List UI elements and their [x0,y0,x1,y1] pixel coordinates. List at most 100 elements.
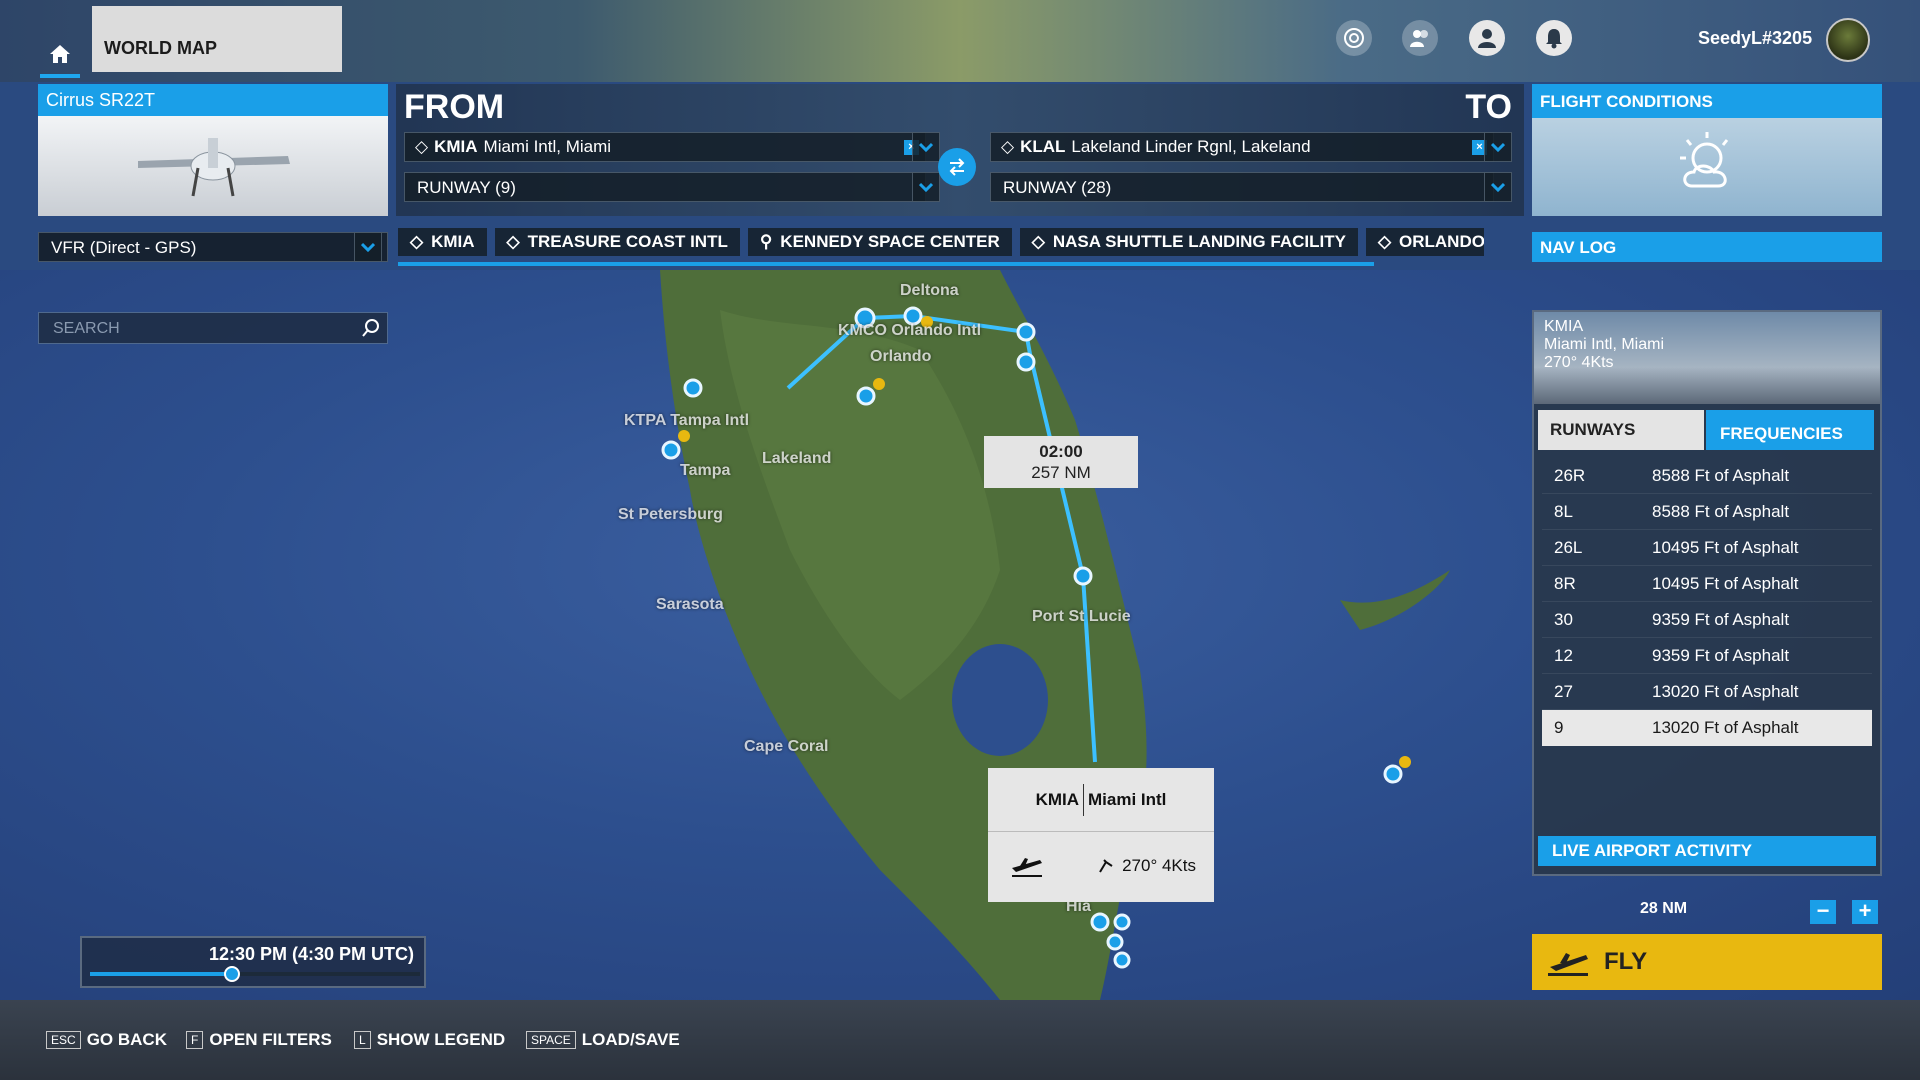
airport-info-icao: KMIA [1544,318,1584,335]
waypoint-marker[interactable] [1016,322,1036,342]
airport-header-image: KMIA Miami Intl, Miami 270° 4Kts [1534,312,1880,404]
map-label-port-st-lucie: Port St Lucie [1032,608,1131,625]
airport-pin[interactable] [1090,912,1110,932]
runway-row[interactable]: 12 9359 Ft of Asphalt [1542,638,1872,674]
from-label: FROM [404,88,505,126]
waypoint-bar: ◇ KMIA ◇ TREASURE COAST INTL ⚲ KENNEDY SPAC… [398,228,1524,266]
airport-diamond-icon: ◇ [1031,232,1045,251]
arrival-runway-field[interactable]: RUNWAY (28) [990,172,1494,202]
lake-okeechobee [952,644,1048,756]
activity-icon [1344,28,1364,48]
go-back-hint[interactable]: ESC GO BACK [46,1030,167,1050]
airport-pin[interactable] [683,378,703,398]
tooltip-airport-name: Miami Intl [1088,789,1167,809]
map-label-kmco[interactable]: KMCO Orlando Intl [838,322,981,340]
warning-icon [678,430,690,442]
time-slider[interactable] [90,966,420,982]
airport-pin[interactable] [1113,951,1131,969]
flight-type-selector[interactable]: VFR (Direct - GPS) [38,232,388,262]
flight-type-dropdown[interactable] [354,232,382,262]
bell-icon [1546,29,1562,49]
tooltip-wind: 270° 4Kts [1122,856,1196,875]
waypoint-chip[interactable]: ◇ ORLANDO [1365,228,1484,256]
aircraft-name: Cirrus SR22T [38,84,388,116]
runway-row[interactable]: 26R 8588 Ft of Asphalt [1542,458,1872,494]
map-label-tampa: Tampa [680,462,731,479]
route-panel: FROM TO ◇ KMIA Miami Intl, Miami × RUNWA… [396,84,1524,216]
fly-button[interactable]: FLY [1532,934,1882,990]
chevron-down-icon [361,242,375,252]
runway-row-selected[interactable]: 9 13020 Ft of Asphalt [1542,710,1872,746]
arrival-airport-field[interactable]: ◇ KLAL Lakeland Linder Rgnl, Lakeland × [990,132,1494,162]
search-icon[interactable] [361,318,381,338]
friends-icon [1410,30,1428,47]
zoom-out-button[interactable]: − [1810,900,1836,924]
key-badge: L [354,1031,371,1049]
live-airport-activity-button[interactable]: LIVE AIRPORT ACTIVITY [1538,836,1876,866]
open-filters-hint[interactable]: F OPEN FILTERS [186,1030,332,1050]
departure-airport-field[interactable]: ◇ KMIA Miami Intl, Miami × [404,132,926,162]
departure-runway-field[interactable]: RUNWAY (9) [404,172,926,202]
map-label-ktpa[interactable]: KTPA Tampa Intl [624,412,749,430]
airport-diamond-icon: ◇ [415,137,429,156]
airport-pin[interactable] [661,440,681,460]
airport-info-name: Miami Intl, Miami [1544,336,1665,353]
avatar[interactable] [1826,18,1870,62]
profile-button[interactable] [1469,20,1505,56]
location-pin-icon: ⚲ [759,232,773,251]
show-legend-hint[interactable]: L SHOW LEGEND [354,1030,505,1050]
activity-button[interactable] [1336,20,1372,56]
airport-pin[interactable] [1113,913,1131,931]
arrival-icao: KLAL [1020,137,1066,156]
airport-pin[interactable] [1383,764,1403,784]
wind-icon [1099,859,1113,873]
zoom-in-button[interactable]: + [1852,900,1878,924]
username[interactable]: SeedyL#3205 [1698,28,1812,49]
friends-button[interactable] [1402,20,1438,56]
load-save-hint[interactable]: SPACE LOAD/SAVE [526,1030,680,1050]
to-label: TO [1465,88,1512,126]
airport-tooltip[interactable]: KMIA Miami Intl 270° 4Kts [988,768,1214,902]
runway-row[interactable]: 8L 8588 Ft of Asphalt [1542,494,1872,530]
departure-dropdown-button[interactable] [912,132,940,162]
chevron-down-icon [1491,182,1505,192]
waypoint-marker[interactable] [1073,566,1093,586]
runway-row[interactable]: 26L 10495 Ft of Asphalt [1542,530,1872,566]
departure-runway-dropdown[interactable] [912,172,940,202]
home-button[interactable] [40,34,80,78]
waypoint-chip[interactable]: ◇ NASA SHUTTLE LANDING FACILITY [1019,228,1358,256]
airport-pin[interactable] [1016,352,1036,372]
warning-icon [1399,756,1411,768]
arrival-runway-dropdown[interactable] [1484,172,1512,202]
tab-runways[interactable]: RUNWAYS [1538,410,1704,450]
arrival-name: Lakeland Linder Rgnl, Lakeland [1071,137,1311,156]
waypoint-scroll-indicator[interactable] [398,262,1374,266]
time-slider-handle[interactable] [223,966,240,982]
runway-list: 26R 8588 Ft of Asphalt 8L 8588 Ft of Aspha… [1542,458,1872,746]
tab-frequencies[interactable]: FREQUENCIES [1706,410,1874,450]
flight-conditions-panel[interactable]: FLIGHT CONDITIONS [1532,84,1882,216]
nav-log-button[interactable]: NAV LOG [1532,232,1882,262]
waypoint-chip[interactable]: ⚲ KENNEDY SPACE CENTER [747,228,1012,256]
runway-row[interactable]: 30 9359 Ft of Asphalt [1542,602,1872,638]
airport-diamond-icon: ◇ [1001,137,1015,156]
swap-airports-button[interactable] [938,148,976,186]
runway-row[interactable]: 27 13020 Ft of Asphalt [1542,674,1872,710]
world-map-tab[interactable]: WORLD MAP [92,6,342,72]
leg-time: 02:00 [1039,442,1083,461]
map-label-lakeland: Lakeland [762,450,832,467]
waypoint-chip[interactable]: ◇ TREASURE COAST INTL [494,228,740,256]
runway-row[interactable]: 8R 10495 Ft of Asphalt [1542,566,1872,602]
departure-icao: KMIA [434,137,478,156]
arrival-dropdown-button[interactable] [1484,132,1512,162]
airport-pin[interactable] [1106,933,1124,951]
waypoint-chip[interactable]: ◇ KMIA [398,228,487,256]
map-label-cape-coral: Cape Coral [744,738,829,755]
search-input[interactable]: SEARCH [38,312,388,344]
weather-sun-cloud-icon [1680,132,1729,188]
airport-pin[interactable] [856,386,876,406]
aircraft-selector[interactable]: Cirrus SR22T [38,84,388,216]
notifications-button[interactable] [1536,20,1572,56]
airport-diamond-icon: ◇ [1377,232,1392,251]
aircraft-image [38,116,388,216]
